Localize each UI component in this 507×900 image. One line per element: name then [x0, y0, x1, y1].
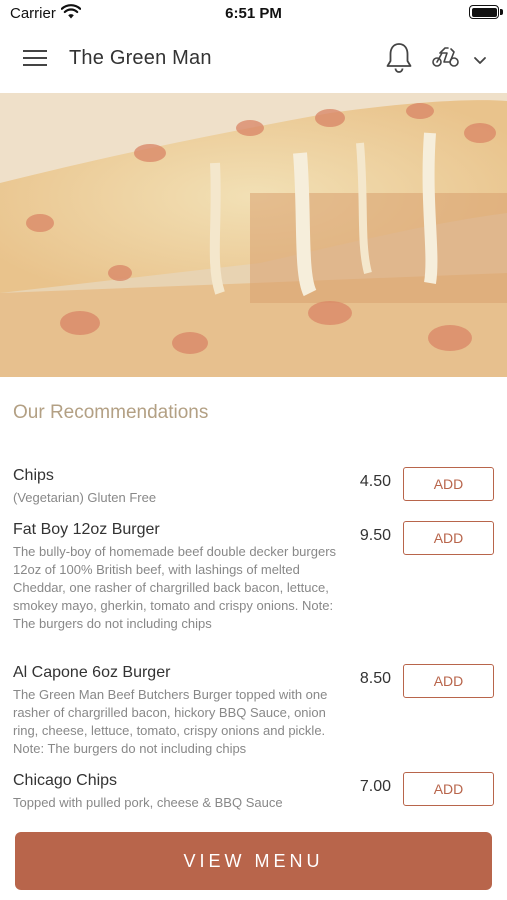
item-description: Topped with pulled pork, cheese & BBQ Sa… [13, 795, 283, 810]
hamburger-menu-icon[interactable] [23, 48, 47, 68]
app-header: The Green Man [0, 28, 507, 92]
bell-icon[interactable] [385, 42, 413, 79]
item-description: The bully-boy of homemade beef double de… [13, 544, 337, 631]
item-description: (Vegetarian) Gluten Free [13, 490, 157, 505]
item-description: The Green Man Beef Butchers Burger toppe… [13, 687, 328, 756]
add-button[interactable]: ADD [403, 664, 494, 698]
item-price: 9.50 [359, 527, 391, 544]
section-heading-recommendations: Our Recommendations [13, 402, 209, 423]
item-name: Chips [13, 467, 54, 484]
item-price: 7.00 [359, 778, 391, 795]
menu-item: Chicago Chips Topped with pulled pork, c… [0, 772, 507, 817]
view-menu-button[interactable]: VIEW MENU [15, 832, 492, 890]
app-title: The Green Man [69, 47, 212, 69]
item-name: Fat Boy 12oz Burger [13, 521, 160, 538]
hero-pizza-image [0, 93, 507, 377]
scooter-icon[interactable] [431, 46, 461, 73]
menu-item: Al Capone 6oz Burger The Green Man Beef … [0, 664, 507, 759]
status-time: 6:51 PM [225, 5, 282, 22]
menu-item: Chips (Vegetarian) Gluten Free 4.50 ADD [0, 467, 507, 517]
status-bar: Carrier 6:51 PM [0, 0, 507, 28]
battery-icon [469, 5, 503, 19]
menu-item: Fat Boy 12oz Burger The bully-boy of hom… [0, 521, 507, 651]
add-button[interactable]: ADD [403, 467, 494, 501]
chevron-down-icon[interactable] [473, 53, 487, 71]
item-price: 8.50 [359, 670, 391, 687]
item-price: 4.50 [359, 473, 391, 490]
add-button[interactable]: ADD [403, 521, 494, 555]
item-name: Al Capone 6oz Burger [13, 664, 171, 681]
item-name: Chicago Chips [13, 772, 118, 789]
add-button[interactable]: ADD [403, 772, 494, 806]
